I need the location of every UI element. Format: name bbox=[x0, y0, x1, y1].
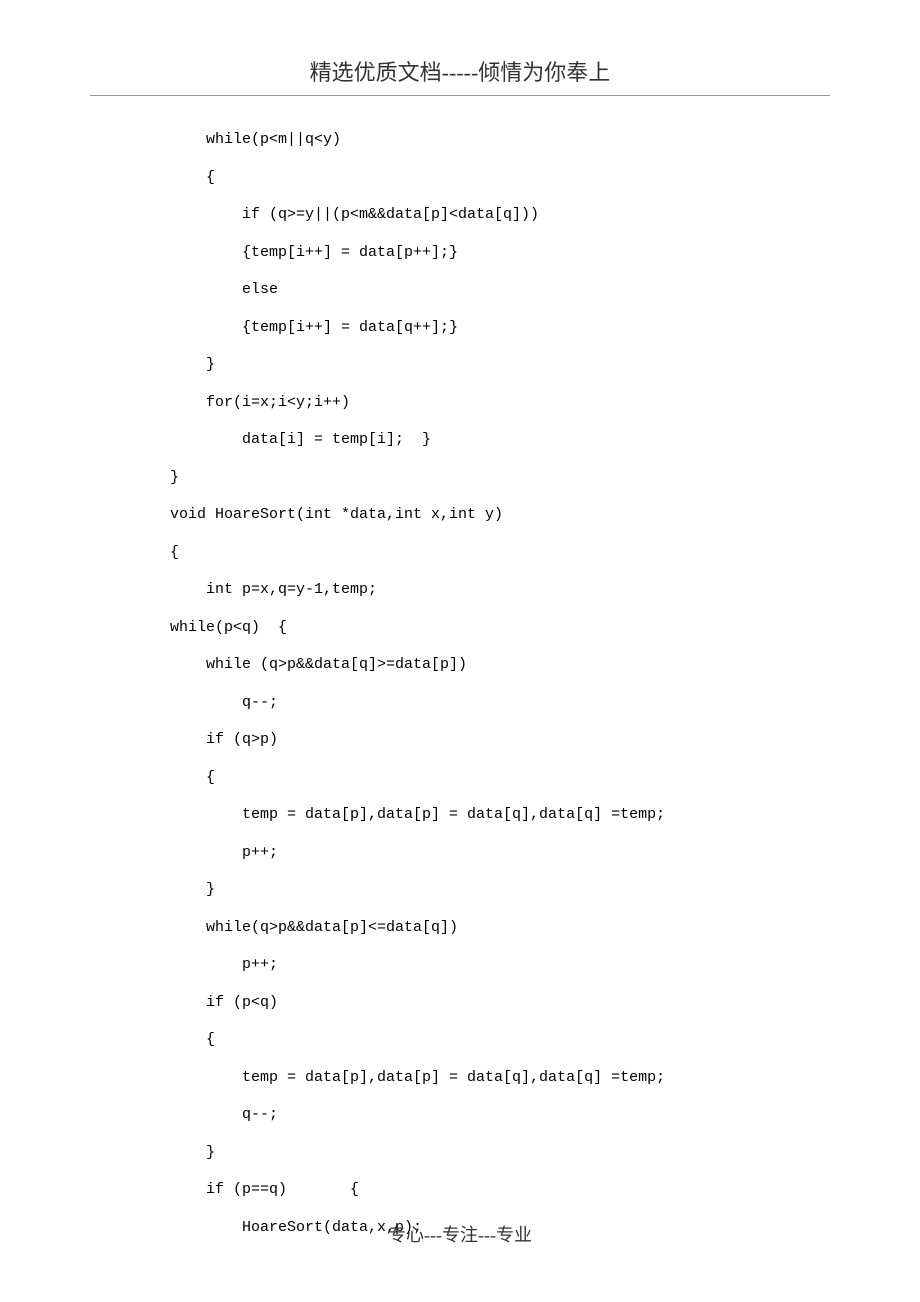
page-footer: 专心---专注---专业 bbox=[0, 1221, 920, 1247]
code-block: while(p<m||q<y) { if (q>=y||(p<m&&data[p… bbox=[0, 96, 920, 1246]
page-header: 精选优质文档-----倾情为你奉上 bbox=[0, 55, 920, 95]
document-page: 精选优质文档-----倾情为你奉上 while(p<m||q<y) { if (… bbox=[0, 0, 920, 1302]
